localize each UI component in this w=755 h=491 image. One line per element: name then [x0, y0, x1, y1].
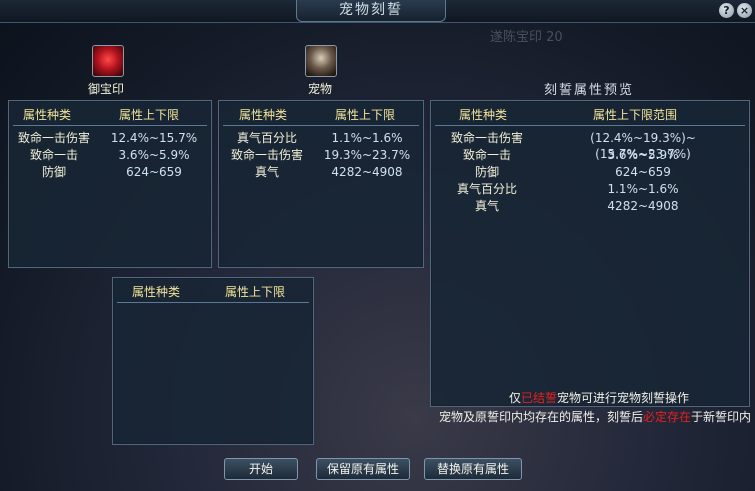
start-button[interactable]: 开始: [224, 458, 298, 480]
replace-original-button[interactable]: 替换原有属性: [424, 458, 522, 480]
attr-name: 致命一击伤害: [450, 131, 523, 145]
help-icon[interactable]: ?: [719, 3, 734, 18]
attr-name: 致命一击伤害: [17, 131, 90, 145]
pet-label: 宠物: [308, 82, 333, 96]
result-attribute-panel: 属性种类 属性上下限: [112, 277, 314, 445]
attr-name: 防御: [474, 165, 499, 179]
background-text: 遂陈宝印 20: [490, 30, 563, 45]
result-header-type: 属性种类: [132, 285, 181, 299]
attr-name: 真气: [474, 199, 499, 213]
pet-row: 真气 4282~4908: [219, 164, 423, 180]
preview-header-type: 属性种类: [459, 108, 508, 122]
seal-header-range: 属性上下限: [119, 108, 180, 122]
attr-name: 致命一击: [29, 148, 78, 162]
notice-text: 宠物可进行宠物刻誓操作: [556, 391, 689, 405]
attr-name: 致命一击: [462, 148, 511, 162]
pet-header-type: 属性种类: [239, 108, 288, 122]
preview-attribute-panel: 属性种类 属性上下限范围 致命一击伤害 (12.4%~19.3%)~(15.7%…: [430, 100, 750, 407]
attr-name: 致命一击伤害: [230, 148, 303, 162]
attr-range: 12.4%~15.7%: [110, 131, 198, 145]
pet-header-divider: [223, 125, 419, 126]
attr-range: 1.1%~1.6%: [331, 131, 403, 145]
attr-range: 4282~4908: [331, 165, 403, 179]
preview-header-range: 属性上下限范围: [593, 108, 678, 122]
attr-name: 防御: [41, 165, 66, 179]
attr-name: 真气: [254, 165, 279, 179]
attr-name: 真气百分比: [456, 182, 517, 196]
attr-range: 3.6%~5.9%: [118, 148, 190, 162]
notice-text: 仅: [508, 391, 521, 405]
preview-row: 致命一击伤害 (12.4%~19.3%)~(15.7%~23.7%): [431, 130, 749, 161]
pet-row: 致命一击伤害 19.3%~23.7%: [219, 147, 423, 163]
keep-original-button[interactable]: 保留原有属性: [316, 458, 410, 480]
notice-text: 宠物及原誓印内均存在的属性，刻誓后: [438, 410, 643, 424]
pet-item-slot[interactable]: [305, 45, 337, 77]
preview-row: 真气 4282~4908: [431, 198, 749, 214]
attr-range: 3.6%~5.9%: [607, 148, 679, 162]
preview-row: 真气百分比 1.1%~1.6%: [431, 181, 749, 197]
attr-range: 1.1%~1.6%: [607, 182, 679, 196]
preview-title: 刻誓属性预览: [543, 83, 634, 98]
seal-header-divider: [13, 125, 207, 126]
seal-row: 致命一击伤害 12.4%~15.7%: [9, 130, 211, 146]
attr-range: 4282~4908: [607, 199, 679, 213]
seal-row: 致命一击 3.6%~5.9%: [9, 147, 211, 163]
attr-range: 624~659: [615, 165, 671, 179]
seal-item-slot[interactable]: [92, 45, 124, 77]
attr-range: 624~659: [126, 165, 182, 179]
pet-row: 真气百分比 1.1%~1.6%: [219, 130, 423, 146]
result-header-divider: [117, 302, 309, 303]
seal-row: 防御 624~659: [9, 164, 211, 180]
window-title: 宠物刻誓: [296, 0, 446, 22]
notice-line-2: 宠物及原誓印内均存在的属性，刻誓后必定存在于新誓印内: [439, 408, 751, 425]
notice-text: 于新誓印内: [690, 410, 751, 424]
close-icon[interactable]: ×: [737, 3, 752, 18]
attr-name: 真气百分比: [236, 131, 297, 145]
preview-header-divider: [435, 125, 745, 126]
seal-attribute-panel: 属性种类 属性上下限 致命一击伤害 12.4%~15.7% 致命一击 3.6%~…: [8, 100, 212, 268]
seal-label: 御宝印: [88, 82, 125, 96]
preview-row: 致命一击 3.6%~5.9%: [431, 147, 749, 163]
pet-header-range: 属性上下限: [335, 108, 396, 122]
notice-highlight: 必定存在: [642, 410, 691, 424]
attr-range: 19.3%~23.7%: [323, 148, 411, 162]
pet-attribute-panel: 属性种类 属性上下限 真气百分比 1.1%~1.6% 致命一击伤害 19.3%~…: [218, 100, 424, 268]
preview-row: 防御 624~659: [431, 164, 749, 180]
notice-highlight: 已结誓: [520, 391, 557, 405]
notice-line-1: 仅已结誓宠物可进行宠物刻誓操作: [509, 389, 689, 406]
seal-header-type: 属性种类: [23, 108, 72, 122]
result-header-range: 属性上下限: [225, 285, 286, 299]
